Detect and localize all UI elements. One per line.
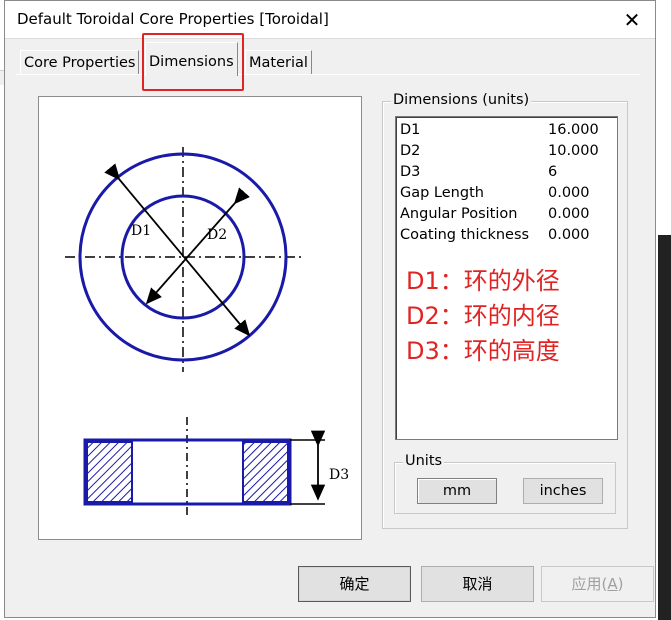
dimension-row-gap-length[interactable]: Gap Length 0.000 <box>400 183 615 203</box>
annotation-highlight-box <box>142 33 244 91</box>
side-hatch-left <box>86 441 133 503</box>
tab-label: Material <box>249 55 308 71</box>
dimension-name: Gap Length <box>400 185 484 201</box>
d3-label: D3 <box>329 467 349 483</box>
dimension-row-angular-position[interactable]: Angular Position 0.000 <box>400 204 615 224</box>
d2-arrow <box>145 187 250 305</box>
d1-label: D1 <box>131 223 151 239</box>
dimension-name: D3 <box>400 164 421 180</box>
dimension-row-d3[interactable]: D3 6 <box>400 162 615 182</box>
d2-label: D2 <box>207 227 227 243</box>
side-hatch-right <box>242 441 289 503</box>
units-group-label: Units <box>403 453 445 469</box>
apply-button-label: 应用( <box>571 575 608 593</box>
annotation-d3-note: D3：环的高度 <box>406 337 560 365</box>
ok-button[interactable]: 确定 <box>298 566 411 602</box>
dimension-value: 16.000 <box>548 122 599 138</box>
cancel-button[interactable]: 取消 <box>421 566 534 602</box>
ok-button-label: 确定 <box>339 575 370 593</box>
close-button[interactable]: ✕ <box>609 1 655 38</box>
toroid-drawing: D1 D2 D3 <box>65 147 349 517</box>
dimension-row-coating-thickness[interactable]: Coating thickness 0.000 <box>400 225 615 245</box>
dimension-value: 0.000 <box>548 227 590 243</box>
mm-button-label: mm <box>442 483 472 499</box>
background-window-fragment <box>655 0 671 235</box>
dimension-row-d2[interactable]: D2 10.000 <box>400 141 615 161</box>
annotation-d2-note: D2：环的内径 <box>406 302 560 330</box>
dimensions-list[interactable]: D1 16.000 D2 10.000 D3 6 Gap Length 0.00… <box>395 116 618 440</box>
dimension-name: Angular Position <box>400 206 518 222</box>
dimension-value: 6 <box>548 164 558 180</box>
annotation-d1-note: D1：环的外径 <box>406 267 560 295</box>
title-bar: Default Toroidal Core Properties [Toroid… <box>5 1 655 39</box>
inches-button[interactable]: inches <box>523 478 603 504</box>
tab-core-properties[interactable]: Core Properties <box>20 50 140 75</box>
dimension-value: 0.000 <box>548 185 590 201</box>
dimension-value: 10.000 <box>548 143 599 159</box>
dimension-name: D2 <box>400 143 421 159</box>
units-group: Units mm inches <box>394 453 616 514</box>
apply-accelerator-key: A <box>607 575 618 593</box>
background-window-fragment <box>658 235 671 620</box>
dimension-name: Coating thickness <box>400 227 530 243</box>
core-diagram: D1 D2 D3 <box>38 96 362 540</box>
dimension-row-d1[interactable]: D1 16.000 <box>400 120 615 140</box>
tab-material[interactable]: Material <box>245 50 312 75</box>
tab-label: Core Properties <box>24 55 136 71</box>
apply-button-label-close: ) <box>617 575 624 593</box>
apply-button[interactable]: 应用(A) <box>541 566 654 602</box>
close-icon: ✕ <box>623 7 641 32</box>
cancel-button-label: 取消 <box>462 575 493 593</box>
window-title: Default Toroidal Core Properties [Toroid… <box>17 10 329 28</box>
dimension-name: D1 <box>400 122 421 138</box>
dimensions-group-label: Dimensions (units) <box>391 92 532 108</box>
dimension-value: 0.000 <box>548 206 590 222</box>
inches-button-label: inches <box>539 483 587 499</box>
mm-button[interactable]: mm <box>417 478 497 504</box>
